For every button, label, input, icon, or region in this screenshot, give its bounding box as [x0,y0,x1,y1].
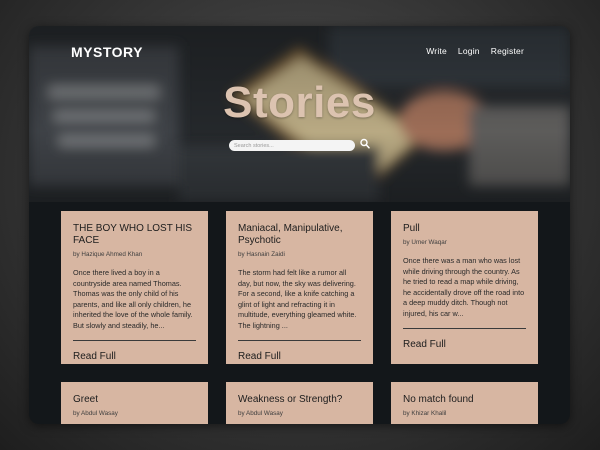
search-input[interactable] [229,140,355,151]
read-full-button[interactable]: Read Full [238,351,281,362]
story-title[interactable]: Greet [73,394,196,406]
story-card: THE BOY WHO LOST HIS FACE by Hazique Ahm… [61,211,208,364]
hero-banner: MYSTORY Write Login Register Stories [29,26,570,202]
card-divider [403,328,526,329]
story-title[interactable]: Weakness or Strength? [238,394,361,406]
story-title[interactable]: Pull [403,223,526,235]
story-card: No match found by Khizar Khalil [391,382,538,424]
search-icon[interactable] [360,138,370,150]
story-excerpt: Once there lived a boy in a countryside … [73,268,193,330]
nav-write-link[interactable]: Write [426,46,447,56]
story-title[interactable]: Maniacal, Manipulative, Psychotic [238,223,361,247]
story-title[interactable]: No match found [403,394,526,406]
read-full-button[interactable]: Read Full [403,339,446,350]
nav-register-link[interactable]: Register [491,46,524,56]
card-divider [73,340,196,341]
story-excerpt: Once there was a man who was lost while … [403,256,525,318]
story-author: by Hazique Ahmed Khan [73,251,143,258]
app-window: MYSTORY Write Login Register Stories THE… [29,26,570,424]
story-card: Maniacal, Manipulative, Psychotic by Has… [226,211,373,364]
story-excerpt: The storm had felt like a rumor all day,… [238,268,357,330]
card-divider [238,340,361,341]
brand-logo[interactable]: MYSTORY [71,44,143,60]
story-card: Greet by Abdul Wasay [61,382,208,424]
story-author: by Umer Waqar [403,239,447,246]
story-author: by Abdul Wasay [73,410,118,417]
story-title[interactable]: THE BOY WHO LOST HIS FACE [73,223,196,247]
top-nav: Write Login Register [426,46,524,56]
story-author: by Hasnain Zaidi [238,251,285,258]
story-author: by Abdul Wasay [238,410,283,417]
story-author: by Khizar Khalil [403,410,447,417]
story-card: Pull by Umer Waqar Once there was a man … [391,211,538,364]
page-title: Stories [223,78,376,127]
nav-login-link[interactable]: Login [458,46,480,56]
stories-grid: THE BOY WHO LOST HIS FACE by Hazique Ahm… [29,202,570,424]
story-card: Weakness or Strength? by Abdul Wasay [226,382,373,424]
read-full-button[interactable]: Read Full [73,351,116,362]
